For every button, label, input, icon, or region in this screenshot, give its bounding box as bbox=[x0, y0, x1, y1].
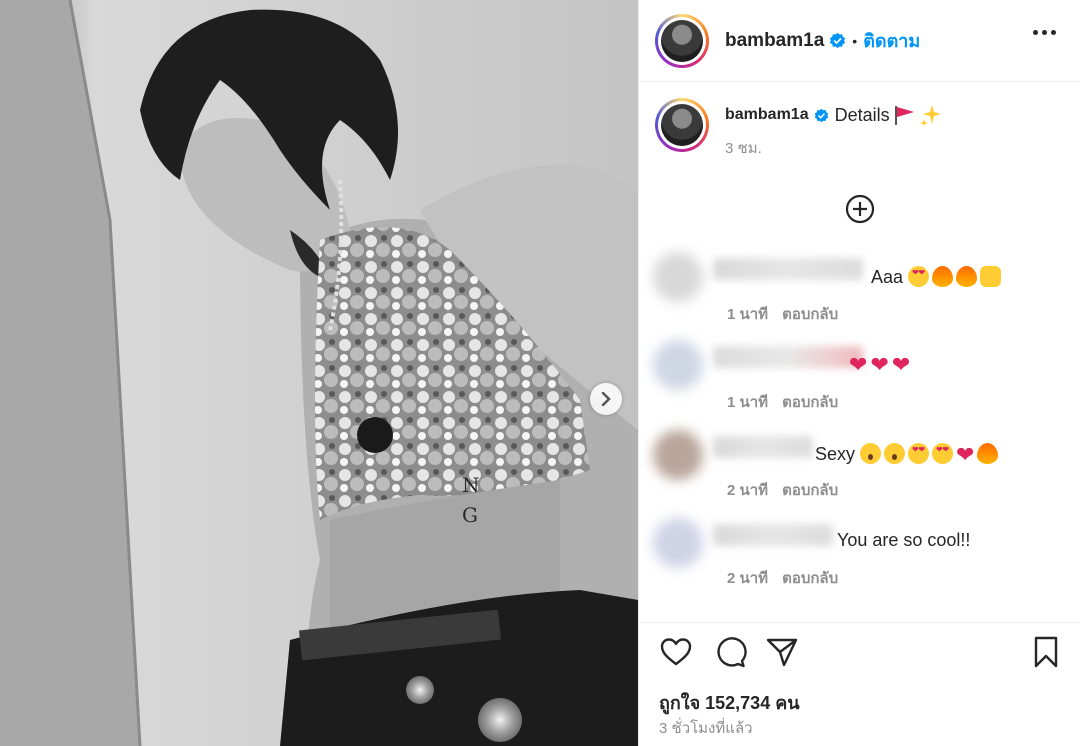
verified-badge-icon bbox=[830, 32, 846, 49]
paper-plane-icon bbox=[766, 638, 798, 667]
comment-button[interactable] bbox=[713, 635, 747, 669]
reply-button[interactable]: ตอบกลับ bbox=[782, 570, 838, 587]
bookmark-icon bbox=[1034, 636, 1058, 668]
share-button[interactable] bbox=[765, 635, 799, 669]
heart-emoji-icon: ❤ bbox=[891, 352, 911, 377]
comment-meta: 2 นาที ตอบกลับ bbox=[727, 566, 852, 590]
caption-avatar[interactable] bbox=[655, 98, 709, 152]
heart-eyes-emoji-icon bbox=[908, 266, 930, 287]
comment-avatar[interactable] bbox=[653, 518, 703, 568]
reply-button[interactable]: ตอบกลับ bbox=[782, 482, 838, 499]
next-image-button[interactable] bbox=[590, 383, 622, 415]
comment-time: 2 นาที bbox=[727, 482, 769, 499]
load-more-comments-button[interactable] bbox=[844, 193, 876, 225]
posted-time: 3 ชั่วโมงที่แล้ว bbox=[659, 720, 753, 737]
comment-meta: 1 นาที ตอบกลับ bbox=[727, 302, 852, 326]
chevron-right-icon bbox=[601, 392, 611, 406]
wow-emoji-icon bbox=[884, 443, 906, 464]
comment-text: Sexy ❤ bbox=[815, 442, 1001, 468]
heart-emoji-icon: ❤ bbox=[956, 442, 975, 467]
caption-username[interactable]: bambam1a bbox=[725, 106, 809, 124]
separator-dot: • bbox=[852, 32, 858, 49]
comment-time: 1 นาที bbox=[727, 306, 769, 323]
header-username[interactable]: bambam1a bbox=[725, 30, 824, 52]
wow-emoji-icon bbox=[860, 443, 882, 464]
comment-meta: 1 นาที ตอบกลับ bbox=[727, 390, 852, 414]
save-button[interactable] bbox=[1029, 635, 1063, 669]
comment-username[interactable] bbox=[713, 258, 863, 280]
caption-time: 3 ชม. bbox=[725, 140, 762, 157]
comment-item: Sexy ❤ 2 นาที ตอบกลับ bbox=[653, 430, 1073, 499]
more-options-button[interactable] bbox=[1033, 30, 1056, 35]
post-header: bambam1a • ติดตาม bbox=[639, 0, 1080, 82]
comment-username[interactable] bbox=[713, 524, 833, 546]
fire-emoji-icon bbox=[977, 443, 999, 464]
like-button[interactable] bbox=[659, 635, 693, 669]
sparkles-icon bbox=[919, 105, 941, 126]
comment-item: ❤ ❤ ❤ 1 นาที ตอบกลับ bbox=[653, 340, 1073, 411]
speech-bubble-icon bbox=[717, 637, 747, 668]
comment-avatar[interactable] bbox=[653, 430, 703, 480]
comment-item: You are so cool!! 2 นาที ตอบกลับ bbox=[653, 518, 1073, 587]
comment-meta: 2 นาที ตอบกลับ bbox=[727, 478, 852, 502]
heart-outline-icon bbox=[660, 638, 692, 666]
follow-button[interactable]: ติดตาม bbox=[863, 26, 920, 55]
comment-time: 1 นาที bbox=[727, 394, 769, 411]
heart-emoji-icon: ❤ bbox=[870, 352, 889, 377]
comment-text: ❤ ❤ ❤ bbox=[849, 352, 913, 378]
comment-avatar[interactable] bbox=[653, 252, 703, 302]
fire-emoji-icon bbox=[956, 266, 978, 287]
post-photo: N G bbox=[0, 0, 638, 746]
likes-count[interactable]: ถูกใจ 152,734 คน bbox=[659, 688, 800, 717]
reply-button[interactable]: ตอบกลับ bbox=[782, 394, 838, 411]
reply-button[interactable]: ตอบกลับ bbox=[782, 306, 838, 323]
svg-text:G: G bbox=[462, 503, 478, 527]
heart-eyes-emoji-icon bbox=[932, 443, 954, 464]
post-image: N G bbox=[0, 0, 638, 746]
comment-text: Aaa bbox=[871, 266, 1004, 288]
red-flag-icon bbox=[894, 106, 914, 125]
comment-time: 2 นาที bbox=[727, 570, 769, 587]
comment-text: You are so cool!! bbox=[837, 530, 971, 550]
caption: bambam1a Details 3 ชม. bbox=[639, 82, 1080, 160]
verified-badge-icon bbox=[814, 108, 828, 122]
plus-circle-icon bbox=[845, 194, 875, 224]
comment-username[interactable] bbox=[713, 436, 813, 458]
action-bar bbox=[639, 622, 1080, 682]
fire-emoji-icon bbox=[932, 266, 954, 287]
raising-hands-emoji-icon bbox=[980, 266, 1002, 287]
comment-item: Aaa 1 นาที ตอบกลับ bbox=[653, 252, 1073, 323]
avatar[interactable] bbox=[655, 13, 709, 68]
svg-text:N: N bbox=[462, 473, 480, 497]
heart-emoji-icon: ❤ bbox=[849, 352, 868, 377]
post-sidebar: bambam1a • ติดตาม bambam1a Details 3 ชม.… bbox=[638, 0, 1080, 746]
comment-username[interactable] bbox=[713, 346, 863, 368]
comment-avatar[interactable] bbox=[653, 340, 703, 390]
heart-eyes-emoji-icon bbox=[908, 443, 930, 464]
caption-text: Details bbox=[834, 104, 890, 125]
